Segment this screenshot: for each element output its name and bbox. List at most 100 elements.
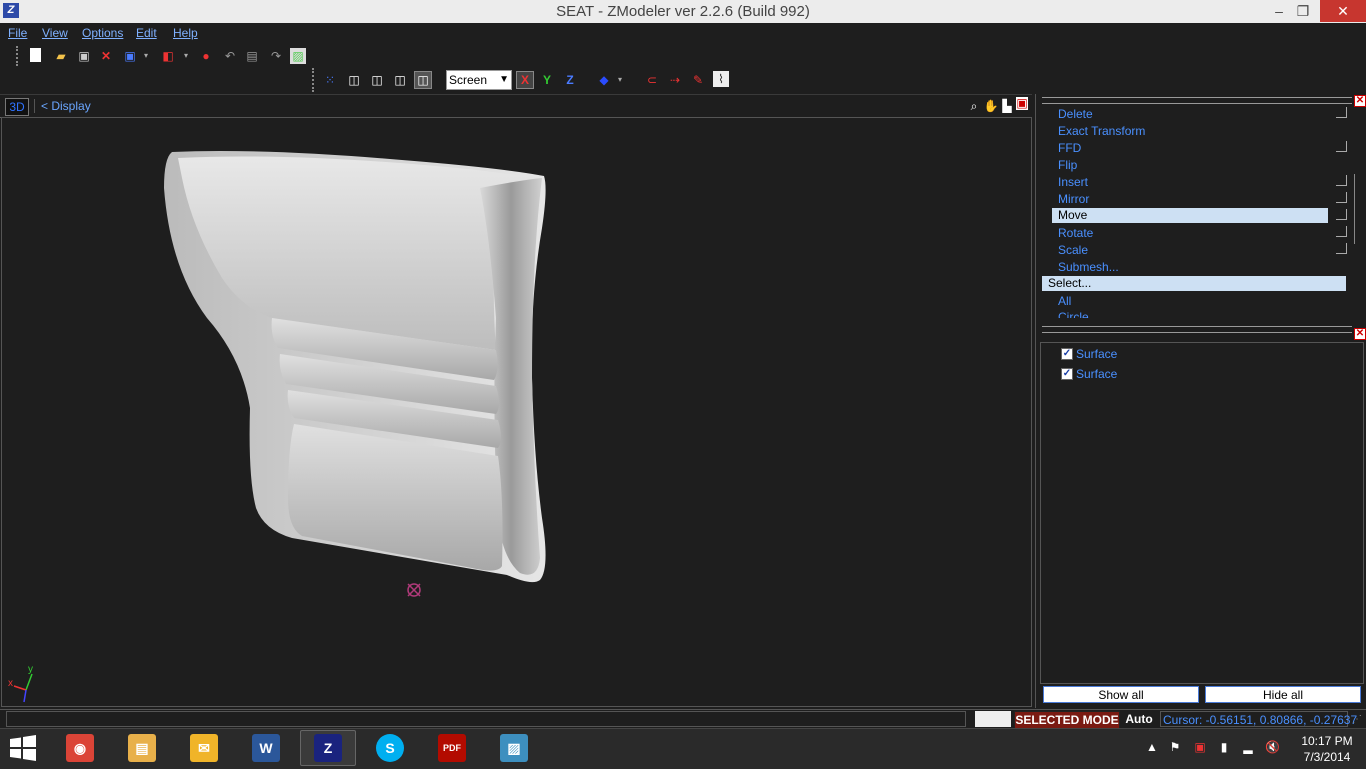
taskbar-word[interactable]: W <box>238 730 294 766</box>
clock-date: 7/3/2014 <box>1303 750 1351 764</box>
axis-gizmo <box>13 673 33 703</box>
tool-delete[interactable]: Delete <box>1058 107 1093 121</box>
surfaces-panel-grip[interactable] <box>1042 326 1352 333</box>
taskbar-photos[interactable]: ▨ <box>486 730 542 766</box>
windows-start-icon[interactable] <box>8 734 38 762</box>
viewport-mode-button[interactable]: 3D <box>5 98 29 116</box>
viewport-layout-icon[interactable]: ▙ <box>999 98 1015 114</box>
auto-indicator[interactable]: Auto <box>1120 711 1158 727</box>
menu-view[interactable]: View <box>42 26 68 40</box>
checkbox-checked-icon[interactable]: ✓ <box>1061 348 1073 360</box>
power-icon[interactable]: ▮ <box>1217 740 1231 754</box>
mirror-options-box[interactable] <box>1336 192 1347 203</box>
maximize-button[interactable]: ❐ <box>1288 0 1318 22</box>
tools-panel-close-icon[interactable]: ✕ <box>1354 95 1366 107</box>
image-icon[interactable]: ▨ <box>290 48 306 64</box>
tools-scrollbar[interactable] <box>1354 174 1365 244</box>
hide-all-button[interactable]: Hide all <box>1205 686 1361 703</box>
document-icon[interactable]: ▤ <box>244 48 260 64</box>
security-icon[interactable]: ▣ <box>1193 740 1207 754</box>
show-hidden-icons-icon[interactable]: ▲ <box>1145 740 1159 754</box>
tool-submesh[interactable]: Submesh... <box>1058 260 1119 274</box>
merge-dropdown-icon[interactable]: ▾ <box>138 48 154 64</box>
pan-hand-icon[interactable]: ✋ <box>983 98 999 114</box>
tool-ffd[interactable]: FFD <box>1058 141 1081 155</box>
delete-options-box[interactable] <box>1336 107 1347 118</box>
export-dropdown-icon[interactable]: ▾ <box>178 48 194 64</box>
section-select[interactable]: Select... <box>1042 276 1346 291</box>
face-mode-icon[interactable]: ◫ <box>369 72 385 88</box>
undo-icon[interactable]: ↶ <box>222 48 238 64</box>
word-icon: W <box>252 734 280 762</box>
system-clock[interactable]: 10:17 PM 7/3/2014 <box>1295 733 1359 765</box>
taskbar-pdf[interactable]: PDF <box>424 730 480 766</box>
action-center-flag-icon[interactable]: ⚑ <box>1168 740 1182 754</box>
snap-icon[interactable]: ⇢ <box>667 72 683 88</box>
axis-y-toggle[interactable]: Y <box>539 72 555 88</box>
mode-indicator[interactable]: SELECTED MODE <box>1014 711 1120 729</box>
surface-label: Surface <box>1076 347 1118 361</box>
merge-icon[interactable]: ▣ <box>122 48 138 64</box>
resize-grip-icon[interactable]: ⋰ <box>1352 714 1362 725</box>
taskbar-file-explorer[interactable]: ▤ <box>114 730 170 766</box>
vertex-mode-icon[interactable]: ⁙ <box>322 72 338 88</box>
menu-help[interactable]: Help <box>173 26 198 40</box>
zoom-icon[interactable]: ⌕ <box>966 98 982 114</box>
taskbar-skype[interactable]: S <box>362 730 418 766</box>
taskbar-chrome[interactable]: ◉ <box>52 730 108 766</box>
save-icon[interactable]: ▣ <box>76 48 92 64</box>
delete-icon[interactable]: ✕ <box>98 48 114 64</box>
pencil-icon[interactable]: ✎ <box>690 72 706 88</box>
record-icon[interactable]: ● <box>198 48 214 64</box>
tool-exact-transform[interactable]: Exact Transform <box>1058 124 1145 138</box>
taskbar-zmodeler[interactable]: Z <box>300 730 356 766</box>
tool-mirror[interactable]: Mirror <box>1058 192 1089 206</box>
volume-muted-icon[interactable]: 🔇 <box>1265 740 1280 754</box>
menu-options[interactable]: Options <box>82 26 123 40</box>
taskbar-outlook[interactable]: ✉ <box>176 730 232 766</box>
new-file-icon[interactable] <box>30 48 41 62</box>
surfaces-list: ✓ Surface ✓ Surface <box>1040 342 1364 684</box>
tool-rotate[interactable]: Rotate <box>1058 226 1093 240</box>
tool-flip[interactable]: Flip <box>1058 158 1077 172</box>
tool-move[interactable]: Move <box>1052 208 1328 223</box>
checkbox-checked-icon[interactable]: ✓ <box>1061 368 1073 380</box>
network-signal-icon[interactable]: ▂ <box>1241 740 1255 754</box>
menu-edit[interactable]: Edit <box>136 26 157 40</box>
surfaces-panel-close-icon[interactable]: ✕ <box>1354 328 1366 340</box>
chevron-down-icon: ▼ <box>499 74 509 85</box>
magnet-icon[interactable]: ⊂ <box>644 72 660 88</box>
close-button[interactable]: ✕ <box>1320 0 1366 22</box>
show-all-button[interactable]: Show all <box>1043 686 1199 703</box>
tool-scale[interactable]: Scale <box>1058 243 1088 257</box>
edge-mode-icon[interactable]: ◫ <box>346 72 362 88</box>
coordinate-system-select[interactable]: Screen ▼ <box>446 70 512 90</box>
object-selection-icon[interactable]: ◫ <box>414 71 432 89</box>
tools-panel-grip[interactable] <box>1042 97 1352 104</box>
axis-z-toggle[interactable]: Z <box>562 72 578 88</box>
export-icon[interactable]: ◧ <box>160 48 176 64</box>
ffd-options-box[interactable] <box>1336 141 1347 152</box>
tool-select-all[interactable]: All <box>1058 294 1071 308</box>
color-icon[interactable]: ◆ <box>596 72 612 88</box>
object-mode-icon[interactable]: ◫ <box>392 72 408 88</box>
insert-options-box[interactable] <box>1336 175 1347 186</box>
tool-select-circle[interactable]: Circle <box>1058 310 1089 318</box>
3d-viewport[interactable]: y x <box>1 117 1032 707</box>
viewport-title[interactable]: < Display <box>34 99 91 113</box>
scale-options-box[interactable] <box>1336 243 1347 254</box>
open-folder-icon[interactable]: ▰ <box>53 48 69 64</box>
pivot-marker <box>407 583 421 597</box>
axis-y-label: y <box>28 664 33 675</box>
axis-x-toggle[interactable]: X <box>516 71 534 89</box>
main-toolbar: ▰ ▣ ✕ ▣ ▾ ◧ ▾ ● ↶ ▤ ↷ ▨ <box>16 46 310 66</box>
redo-icon[interactable]: ↷ <box>268 48 284 64</box>
graph-icon[interactable]: ⌇ <box>713 71 729 87</box>
tool-insert[interactable]: Insert <box>1058 175 1088 189</box>
app-icon[interactable]: Z <box>3 3 19 18</box>
viewport-close-icon[interactable]: ▣ <box>1016 97 1028 110</box>
rotate-options-box[interactable] <box>1336 226 1347 237</box>
move-options-box[interactable] <box>1336 209 1347 220</box>
menu-file[interactable]: File <box>8 26 27 40</box>
color-dropdown-icon[interactable]: ▾ <box>612 72 628 88</box>
